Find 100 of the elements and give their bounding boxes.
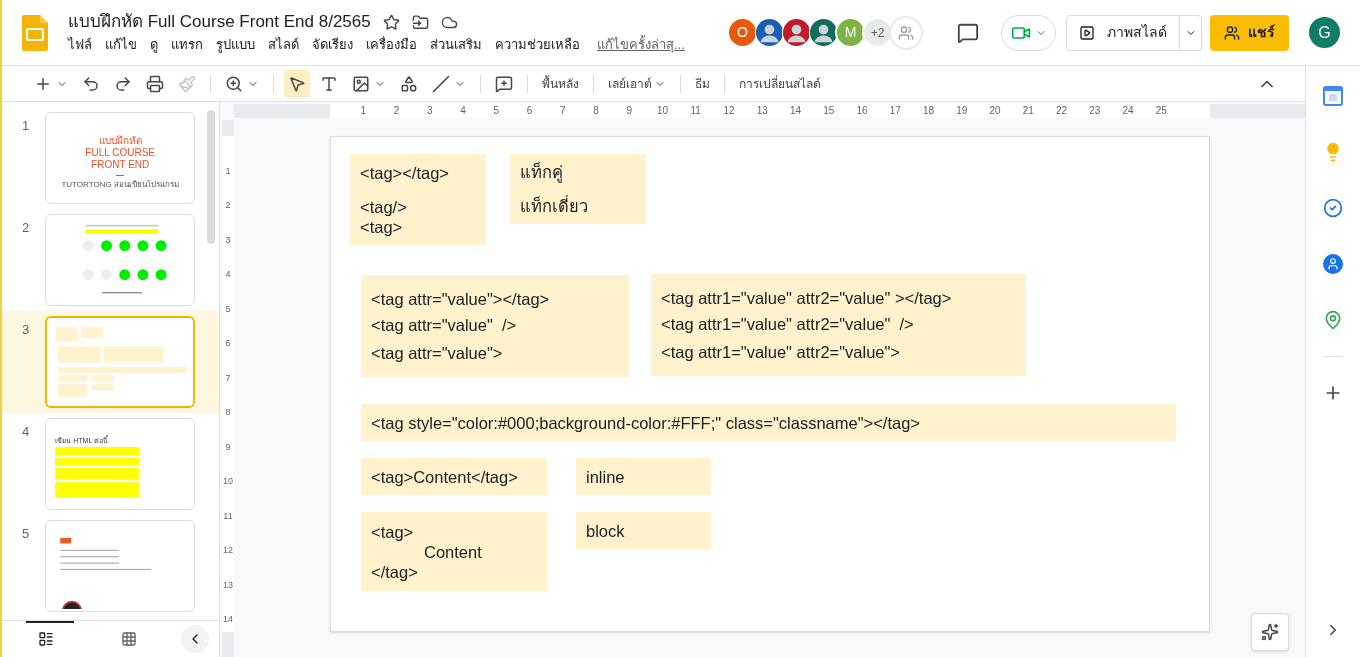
code-text-box[interactable]: inline xyxy=(576,458,711,495)
slide-thumbnail[interactable]: แบบฝึกหัด FULL COURSE FRONT END TUTORTONG สอนเขียนโปรแกรม xyxy=(45,112,195,204)
document-title[interactable]: แบบฝึกหัด Full Course Front End 8/2565 xyxy=(68,11,371,33)
maps-icon[interactable] xyxy=(1323,310,1343,330)
slide-thumbnail[interactable] xyxy=(45,316,195,408)
ruler-number: 5 xyxy=(493,104,500,118)
ruler-number: 11 xyxy=(690,104,701,118)
code-line: แท็กเดี่ยว xyxy=(520,196,589,216)
code-line: <tag>Content</tag> xyxy=(371,466,519,487)
line-icon xyxy=(432,74,450,93)
code-line: <tag attr="value"> xyxy=(371,343,504,363)
ruler-number: 8 xyxy=(224,407,232,417)
toolbar-button[interactable] xyxy=(284,69,310,98)
slide-number: 4 xyxy=(22,423,31,441)
code-line: <tag attr1="value" attr2="value" /> xyxy=(661,314,915,334)
ruler-number: 7 xyxy=(224,372,232,383)
collapse-panel-button[interactable] xyxy=(181,625,209,653)
ruler-number: 10 xyxy=(222,476,234,486)
contacts-icon[interactable] xyxy=(1323,254,1343,274)
shapes-icon xyxy=(400,74,418,93)
code-line: <tag></tag> xyxy=(360,162,450,183)
code-text-box[interactable]: <tag attr="value"></tag> <tag attr="value" /> <tag attr="value"> xyxy=(361,275,629,377)
menu-item[interactable]: จัดเรียง xyxy=(312,36,353,54)
code-text-box[interactable]: แท็กคู่ แท็กเดี่ยว xyxy=(510,154,646,224)
slide-number: 5 xyxy=(22,525,31,543)
star-icon[interactable] xyxy=(382,13,400,31)
menu-item[interactable]: สไลด์ xyxy=(268,36,299,54)
menu-item[interactable]: ส่วนเสริม xyxy=(430,36,482,54)
thumbnail-title: แบบฝึกหัด xyxy=(98,135,142,147)
ruler-number: 17 xyxy=(889,104,901,118)
filmstrip-view-icon[interactable] xyxy=(38,631,54,647)
ruler-number: 19 xyxy=(956,104,968,118)
menu-item[interactable]: แทรก xyxy=(171,36,203,54)
account-avatar[interactable]: G xyxy=(1309,17,1340,48)
paint-format-icon xyxy=(178,74,196,93)
ruler-number: 8 xyxy=(593,104,599,118)
ruler-number: 21 xyxy=(1022,104,1034,118)
collaborator-avatar[interactable] xyxy=(781,17,812,48)
ruler-number: 3 xyxy=(224,234,232,245)
code-text-box[interactable]: <tag attr1="value" attr2="value" ></tag> <tag attr1="value" attr2="value" /> <tag attr1="value" attr2="value"> xyxy=(651,274,1026,376)
code-text-box[interactable]: <tag></tag> <tag/> <tag> xyxy=(350,154,486,245)
grid-view-icon[interactable] xyxy=(121,631,137,647)
redo-icon xyxy=(114,74,132,93)
ruler-number: 14 xyxy=(222,614,234,624)
ruler-number: 20 xyxy=(989,104,1001,118)
image-icon xyxy=(352,74,370,93)
slide-thumbnail[interactable] xyxy=(45,214,195,306)
code-text-box[interactable]: <tag>Content</tag> xyxy=(361,458,547,495)
code-line: </tag> xyxy=(371,561,419,582)
slide-number: 3 xyxy=(22,321,31,339)
calendar-icon[interactable] xyxy=(1323,86,1343,106)
thumbnail-title: FRONT END xyxy=(91,159,150,171)
ruler-number: 9 xyxy=(626,104,633,118)
scrollbar-thumb[interactable] xyxy=(207,110,215,244)
ruler-number: 11 xyxy=(222,510,234,521)
menu-item[interactable]: ความช่วยเหลือ xyxy=(495,36,580,54)
toolbar-text-button[interactable]: พื้นหลัง xyxy=(538,74,583,93)
share-button[interactable]: แชร์ xyxy=(1210,14,1289,51)
comments-icon[interactable] xyxy=(957,21,979,44)
ruler-number: 6 xyxy=(526,104,533,118)
code-text-box[interactable]: <tag> Content </tag> xyxy=(361,512,547,591)
ruler-number: 25 xyxy=(1155,104,1167,118)
code-line: แท็กคู่ xyxy=(520,162,564,182)
menu-item[interactable]: ดู xyxy=(150,36,158,54)
ruler-number: 13 xyxy=(222,579,234,590)
ruler-number: 13 xyxy=(756,104,768,118)
slide-number: 1 xyxy=(22,117,31,135)
move-folder-icon[interactable] xyxy=(411,13,429,31)
toolbar-text-button[interactable]: การเปลี่ยนสไลด์ xyxy=(735,74,825,93)
menu-item[interactable]: แก้ไข xyxy=(105,36,137,54)
ruler-number: 1 xyxy=(360,104,367,118)
code-line: <tag/> xyxy=(360,196,408,217)
present-icon xyxy=(1079,24,1095,41)
ruler-number: 12 xyxy=(723,104,735,118)
code-line: <tag attr1="value" attr2="value" ></tag> xyxy=(661,288,953,308)
toolbar-text-button[interactable]: เลย์เอาต์ xyxy=(604,74,670,93)
collaborator-avatar[interactable]: O xyxy=(727,17,758,48)
sparkle-icon xyxy=(1261,623,1279,641)
code-line: <tag style="color:#000;background-color:#FFF;" class="classname"></tag> xyxy=(371,412,921,433)
cursor-icon xyxy=(288,74,306,93)
ruler-number: 3 xyxy=(426,104,433,118)
ruler-number: 5 xyxy=(224,303,232,314)
explore-button[interactable] xyxy=(1251,613,1289,651)
tasks-icon[interactable] xyxy=(1323,198,1343,218)
code-line: <tag attr="value" /> xyxy=(371,315,518,335)
more-collaborators-badge[interactable]: +2 xyxy=(862,17,893,48)
code-line: block xyxy=(586,520,626,541)
menu-item[interactable]: รูปแบบ xyxy=(216,36,255,54)
last-edit-link[interactable]: แก้ไขครั้งล่าสุ... xyxy=(597,36,685,54)
slide-thumbnail[interactable] xyxy=(45,520,195,612)
code-text-box[interactable]: block xyxy=(576,512,711,549)
toolbar-text-button[interactable]: ธีม xyxy=(691,74,714,93)
collaborator-avatar[interactable] xyxy=(808,17,839,48)
slide-number: 2 xyxy=(22,219,31,237)
menu-item[interactable]: เครื่องมือ xyxy=(366,36,417,54)
collaborator-avatar[interactable] xyxy=(754,17,785,48)
undo-icon xyxy=(82,74,100,93)
code-line: <tag> xyxy=(371,521,415,542)
menu-item[interactable]: ไฟล์ xyxy=(68,36,92,54)
code-text-box[interactable]: <tag style="color:#000;background-color:#FFF;" class="classname"></tag> xyxy=(361,404,1176,441)
